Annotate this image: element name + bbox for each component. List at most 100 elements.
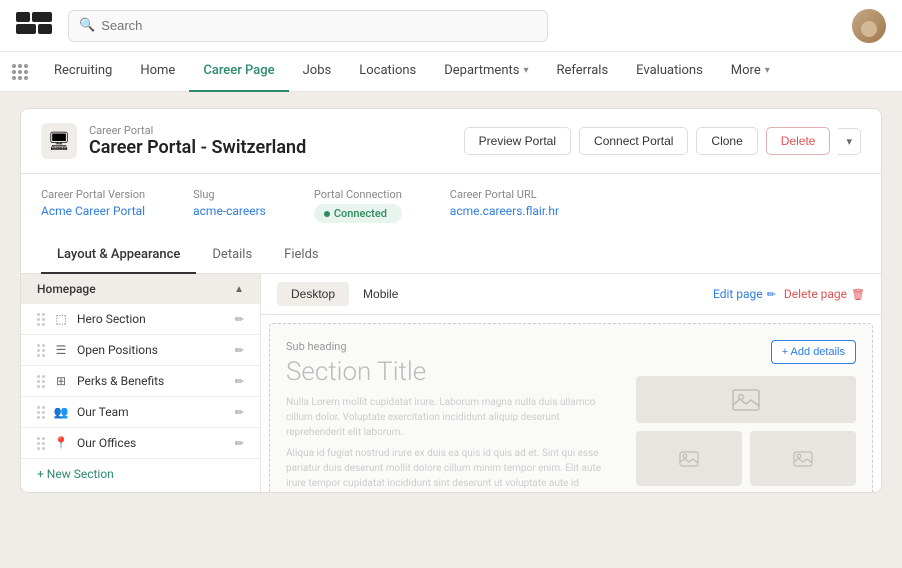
new-section-button[interactable]: + New Section: [21, 459, 260, 489]
nav-item-referrals[interactable]: Referrals: [543, 52, 623, 92]
nav-grid-icon: [12, 64, 28, 80]
nav-item-departments[interactable]: Departments ▾: [430, 52, 542, 92]
image-row: [636, 431, 856, 486]
tab-fields[interactable]: Fields: [268, 237, 334, 274]
nav-bar: Recruiting Home Career Page Jobs Locatio…: [0, 52, 902, 92]
nav-item-career-page[interactable]: Career Page: [189, 52, 288, 92]
departments-chevron-icon: ▾: [523, 65, 528, 76]
tab-details[interactable]: Details: [196, 237, 268, 274]
search-bar[interactable]: 🔍: [68, 10, 548, 42]
nav-item-more[interactable]: More ▾: [717, 52, 784, 92]
add-details-button[interactable]: + Add details: [771, 340, 856, 364]
search-icon: 🔍: [79, 18, 95, 33]
portal-name: Career Portal - Switzerland: [89, 137, 306, 158]
portal-info: Career Portal Career Portal - Switzerlan…: [89, 124, 306, 158]
tabs-row: Layout & Appearance Details Fields: [21, 237, 881, 274]
nav-item-recruiting[interactable]: Recruiting: [40, 52, 126, 92]
edit-icon[interactable]: ✏: [235, 313, 244, 326]
sidebar-item-hero[interactable]: ⬚ Hero Section ✏: [21, 304, 260, 335]
our-offices-icon: 📍: [53, 436, 69, 450]
preview-body-text-2: Aliqua id fugiat nostrud irure ex duis e…: [286, 446, 620, 492]
connect-portal-button[interactable]: Connect Portal: [579, 127, 688, 155]
nav-item-locations[interactable]: Locations: [345, 52, 430, 92]
meta-slug-label: Slug: [193, 188, 266, 201]
mobile-view-button[interactable]: Mobile: [349, 282, 412, 306]
meta-url-value[interactable]: acme.careers.flair.hr: [450, 204, 559, 218]
hero-section-icon: ⬚: [53, 312, 69, 326]
nav-items: Recruiting Home Career Page Jobs Locatio…: [40, 52, 784, 91]
delete-page-button[interactable]: Delete page 🗑: [784, 287, 865, 301]
preview-actions: Edit page ✏ Delete page 🗑: [713, 287, 865, 301]
edit-page-button[interactable]: Edit page ✏: [713, 287, 776, 301]
delete-page-icon: 🗑: [851, 288, 865, 301]
drag-handle-icon: [37, 406, 45, 419]
edit-icon[interactable]: ✏: [235, 344, 244, 357]
sidebar-item-our-offices[interactable]: 📍 Our Offices ✏: [21, 428, 260, 459]
preview-section-title: Section Title: [286, 357, 620, 387]
search-input[interactable]: [101, 18, 537, 33]
sidebar-homepage-section[interactable]: Homepage ▲: [21, 274, 260, 304]
sidebar-item-our-team-label: Our Team: [77, 405, 227, 419]
logo-icon: [16, 12, 52, 40]
tab-layout-appearance[interactable]: Layout & Appearance: [41, 237, 196, 274]
preview-body-text-1: Nulla Lorem mollit cupidatat irure. Labo…: [286, 395, 620, 440]
preview-content: Sub heading Section Title Nulla Lorem mo…: [269, 323, 873, 492]
drag-handle-icon: [37, 437, 45, 450]
clone-button[interactable]: Clone: [696, 127, 757, 155]
meta-connection: Portal Connection Connected: [314, 188, 402, 223]
main-content: 🖥 Career Portal Career Portal - Switzerl…: [0, 92, 902, 568]
meta-version-value[interactable]: Acme Career Portal: [41, 204, 145, 218]
sidebar-item-open-positions-label: Open Positions: [77, 343, 227, 357]
meta-url: Career Portal URL acme.careers.flair.hr: [450, 188, 559, 218]
edit-icon[interactable]: ✏: [235, 406, 244, 419]
sidebar-item-hero-label: Hero Section: [77, 312, 227, 326]
preview-portal-button[interactable]: Preview Portal: [464, 127, 571, 155]
portal-title-area: 🖥 Career Portal Career Portal - Switzerl…: [41, 123, 306, 159]
image-placeholder-small-2: [750, 431, 856, 486]
preview-subheading: Sub heading: [286, 340, 620, 353]
avatar-image: [852, 9, 886, 43]
preview-left: Sub heading Section Title Nulla Lorem mo…: [286, 340, 620, 486]
layout-content: Homepage ▲ ⬚ Hero Section ✏: [21, 274, 881, 492]
perks-icon: ⊞: [53, 374, 69, 388]
edit-page-icon: ✏: [767, 288, 776, 301]
actions-dropdown-button[interactable]: ▾: [838, 128, 861, 155]
edit-icon[interactable]: ✏: [235, 437, 244, 450]
nav-item-home[interactable]: Home: [126, 52, 189, 92]
preview-right: + Add details: [636, 340, 856, 486]
drag-handle-icon: [37, 344, 45, 357]
top-bar: 🔍: [0, 0, 902, 52]
sidebar-chevron-icon: ▲: [234, 284, 244, 295]
sidebar-item-open-positions[interactable]: ☰ Open Positions ✏: [21, 335, 260, 366]
portal-meta: Career Portal Version Acme Career Portal…: [21, 174, 881, 237]
meta-slug-value[interactable]: acme-careers: [193, 204, 266, 218]
nav-item-evaluations[interactable]: Evaluations: [622, 52, 717, 92]
image-placeholder-small-1: [636, 431, 742, 486]
sidebar: Homepage ▲ ⬚ Hero Section ✏: [21, 274, 261, 492]
sidebar-item-perks-label: Perks & Benefits: [77, 374, 227, 388]
image-placeholder-large: [636, 376, 856, 423]
connected-dot-icon: [324, 211, 330, 217]
drag-handle-icon: [37, 313, 45, 326]
nav-item-jobs[interactable]: Jobs: [289, 52, 346, 92]
sidebar-item-our-offices-label: Our Offices: [77, 436, 227, 450]
portal-card: 🖥 Career Portal Career Portal - Switzerl…: [20, 108, 882, 493]
delete-button[interactable]: Delete: [766, 127, 831, 155]
portal-label: Career Portal: [89, 124, 306, 137]
open-positions-icon: ☰: [53, 343, 69, 357]
more-chevron-icon: ▾: [765, 65, 770, 76]
preview-area: Desktop Mobile Edit page ✏ Delete page 🗑: [261, 274, 881, 492]
meta-slug: Slug acme-careers: [193, 188, 266, 218]
meta-version: Career Portal Version Acme Career Portal: [41, 188, 145, 218]
edit-icon[interactable]: ✏: [235, 375, 244, 388]
preview-toolbar: Desktop Mobile Edit page ✏ Delete page 🗑: [261, 274, 881, 315]
meta-url-label: Career Portal URL: [450, 188, 559, 201]
portal-header: 🖥 Career Portal Career Portal - Switzerl…: [21, 109, 881, 174]
sidebar-item-perks[interactable]: ⊞ Perks & Benefits ✏: [21, 366, 260, 397]
sidebar-section-label: Homepage: [37, 282, 96, 296]
sidebar-item-our-team[interactable]: 👥 Our Team ✏: [21, 397, 260, 428]
meta-connection-label: Portal Connection: [314, 188, 402, 201]
desktop-view-button[interactable]: Desktop: [277, 282, 349, 306]
connection-status-badge: Connected: [314, 204, 402, 223]
avatar[interactable]: [852, 9, 886, 43]
